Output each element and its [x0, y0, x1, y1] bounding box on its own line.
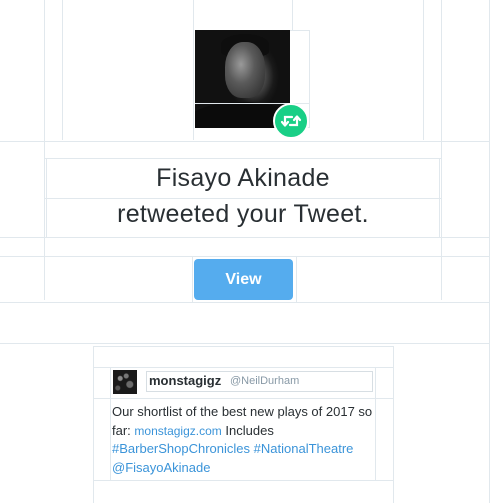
hashtag-barbershop[interactable]: #BarberShopChronicles — [112, 441, 250, 456]
grid-line — [0, 343, 490, 344]
grid-line — [393, 346, 394, 503]
tweet-text-part2: Includes — [221, 422, 274, 438]
tweet-author-avatar[interactable] — [113, 370, 137, 394]
grid-line — [110, 367, 111, 480]
grid-line — [93, 480, 393, 481]
grid-line — [0, 141, 490, 142]
view-button[interactable]: View — [194, 259, 293, 300]
grid-line — [0, 302, 490, 303]
grid-line — [62, 0, 63, 140]
tweet-author-name[interactable]: monstagigz — [149, 373, 221, 388]
hashtag-nationaltheatre[interactable]: #NationalTheatre — [254, 441, 354, 456]
notification-headline: Fisayo Akinade retweeted your Tweet. — [46, 160, 440, 232]
grid-line — [44, 158, 441, 159]
grid-line — [292, 0, 293, 30]
grid-line — [296, 256, 297, 302]
grid-line — [44, 0, 45, 300]
grid-line — [192, 256, 193, 302]
grid-line — [0, 237, 490, 238]
tweet-text: Our shortlist of the best new plays of 2… — [112, 403, 377, 477]
tweet-link[interactable]: monstagigz.com — [134, 424, 221, 438]
grid-line — [441, 0, 442, 300]
tweet-author-handle[interactable]: @NeilDurham — [230, 375, 299, 387]
grid-line — [0, 256, 490, 257]
grid-line — [423, 0, 424, 140]
grid-line — [193, 0, 194, 140]
retweet-badge — [273, 103, 309, 139]
actor-name[interactable]: Fisayo Akinade — [46, 160, 440, 196]
action-text: retweeted your Tweet. — [117, 200, 369, 228]
grid-line — [93, 367, 393, 368]
retweet-icon — [280, 115, 302, 127]
grid-line — [93, 398, 393, 399]
actor-avatar-block[interactable] — [195, 30, 310, 139]
grid-line — [93, 346, 393, 347]
mention-link[interactable]: @FisayoAkinade — [112, 460, 210, 475]
